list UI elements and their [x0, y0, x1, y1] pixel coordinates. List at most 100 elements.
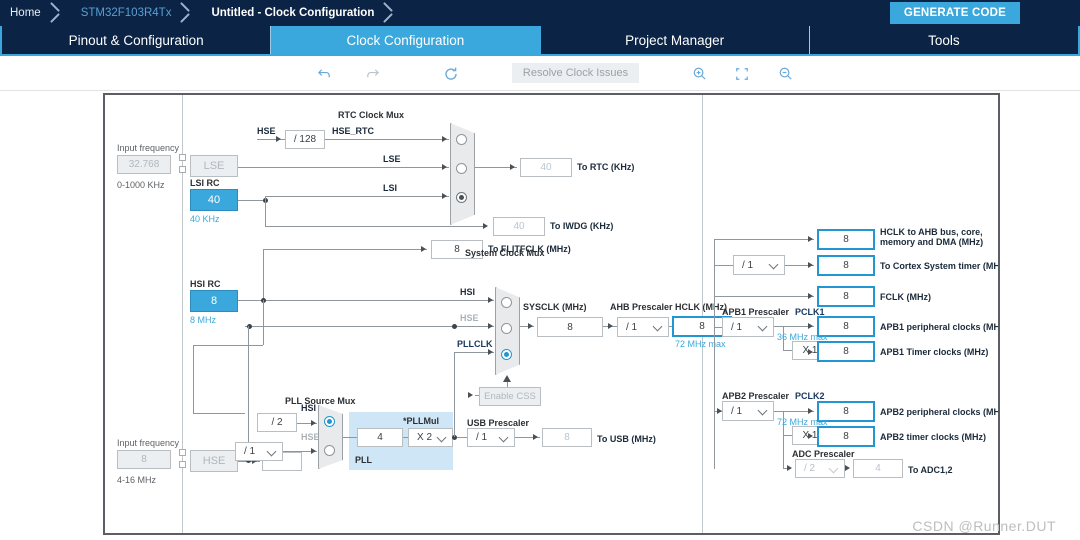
hse-rtc-label: HSE_RTC: [332, 126, 375, 136]
breadcrumb-current[interactable]: Untitled - Clock Configuration: [197, 0, 380, 26]
chevron-right-icon: [177, 0, 197, 26]
ahb-prescaler-select[interactable]: / 1: [617, 317, 669, 337]
apb2-prescaler-select[interactable]: / 1: [722, 401, 774, 421]
adc-output-value[interactable]: 4: [853, 459, 903, 478]
apb2-timer-label: APB2 timer clocks (MHz): [880, 432, 987, 442]
resolve-clock-issues-button[interactable]: Resolve Clock Issues: [512, 63, 639, 83]
arrow-icon: [533, 434, 538, 440]
pllmul-value: X 2: [417, 432, 433, 443]
hse-rtc-signal-label: HSE: [257, 126, 276, 136]
arrow-icon: [442, 136, 447, 142]
tab-clock-configuration[interactable]: Clock Configuration: [271, 26, 541, 54]
wire-hsi-into-div2: [193, 413, 245, 414]
reset-icon[interactable]: [437, 56, 465, 91]
hclk-max-label: 72 MHz max: [675, 339, 726, 349]
zoom-out-icon[interactable]: [771, 56, 799, 91]
fit-to-screen-icon[interactable]: [728, 56, 756, 91]
usb-prescaler-value: / 1: [476, 432, 488, 443]
chevron-down-icon: [757, 405, 768, 416]
breadcrumb-home[interactable]: Home: [0, 0, 47, 26]
sysmux-option-pllclk[interactable]: [501, 349, 512, 360]
wire-lse-to-rtcmux: [238, 167, 449, 168]
apb2-periph-label: APB2 peripheral clocks (MHz): [880, 407, 1000, 417]
undo-icon[interactable]: [310, 56, 338, 91]
adc-prescaler-select[interactable]: / 2: [795, 459, 845, 478]
rtc-mux-option-lse[interactable]: [456, 163, 467, 174]
arrow-icon: [510, 164, 515, 170]
pllmul-label: *PLLMul: [403, 416, 439, 426]
sysclk-value[interactable]: 8: [537, 317, 603, 337]
apb1-timer-value[interactable]: 8: [817, 341, 875, 362]
lse-input-frequency-field[interactable]: 32.768: [117, 155, 171, 174]
sysmux-option-hsi[interactable]: [501, 297, 512, 308]
pll-hsi-div2-box[interactable]: / 2: [257, 413, 297, 432]
to-iwdg-value[interactable]: 40: [493, 217, 545, 236]
sysmux-option-hse[interactable]: [501, 323, 512, 334]
hsi-value-box[interactable]: 8: [190, 290, 238, 312]
lse-oscillator-box[interactable]: LSE: [190, 155, 238, 177]
arrow-icon: [808, 349, 813, 355]
sysmux-input-hse-label: HSE: [460, 313, 479, 323]
pll-source-mux[interactable]: [318, 405, 343, 469]
wire-div128-to-rtcmux: [325, 139, 449, 140]
tab-pinout-configuration[interactable]: Pinout & Configuration: [2, 26, 272, 54]
arrow-icon: [608, 323, 613, 329]
pll-mux-input-hse-label: HSE: [301, 432, 320, 442]
pll-input-value[interactable]: 4: [357, 428, 403, 447]
rtc-hse-divider-box[interactable]: / 128: [285, 130, 325, 149]
wire-hsi-down: [263, 300, 264, 345]
to-rtc-value[interactable]: 40: [520, 158, 572, 177]
apb1-timer-label: APB1 Timer clocks (MHz): [880, 347, 989, 357]
generate-code-button[interactable]: GENERATE CODE: [889, 2, 1020, 24]
main-tab-bar: Pinout & Configuration Clock Configurati…: [0, 26, 1080, 56]
clock-tree-canvas[interactable]: Input frequency 32.768 0-1000 KHz LSE LS…: [103, 93, 1000, 535]
usb-prescaler-select[interactable]: / 1: [467, 428, 515, 447]
column-divider-right: [702, 95, 703, 533]
pllmux-option-hse[interactable]: [324, 445, 335, 456]
hsi-unit-label: 8 MHz: [190, 315, 217, 325]
rtc-mux-option-hse-rtc[interactable]: [456, 134, 467, 145]
rtc-mux-option-lsi[interactable]: [456, 192, 467, 203]
arrow-icon: [488, 297, 493, 303]
arrow-icon: [808, 433, 813, 439]
hsi-title: HSI RC: [190, 279, 221, 289]
zoom-in-icon[interactable]: [685, 56, 713, 91]
pllmux-option-hsi[interactable]: [324, 416, 335, 427]
cortex-timer-value[interactable]: 8: [817, 255, 875, 276]
wire-hsi-to-plldiv: [193, 345, 263, 346]
hclk-ahb-label: HCLK to AHB bus, core,: [880, 227, 983, 237]
pllmul-select[interactable]: X 2: [408, 428, 453, 447]
to-usb-value[interactable]: 8: [542, 428, 592, 447]
pll-hse-div-select[interactable]: / 1: [235, 442, 283, 461]
apb2-timer-value[interactable]: 8: [817, 426, 875, 447]
cortex-prescaler-value: / 1: [742, 259, 754, 271]
apb2-prescaler-value: / 1: [731, 405, 743, 417]
arrow-icon: [483, 223, 488, 229]
chevron-down-icon: [652, 321, 663, 332]
breadcrumb-device[interactable]: STM32F103R4Tx: [67, 0, 178, 26]
fclk-label: FCLK (MHz): [880, 292, 931, 302]
arrow-icon: [808, 408, 813, 414]
lse-input-frequency-label: Input frequency: [117, 143, 180, 153]
wire-lsi-to-rtcmux: [265, 196, 449, 197]
enable-css-button[interactable]: Enable CSS: [479, 387, 541, 406]
hse-input-frequency-field[interactable]: 8: [117, 450, 171, 469]
arrow-icon: [845, 465, 850, 471]
fclk-value[interactable]: 8: [817, 286, 875, 307]
cortex-prescaler-select[interactable]: / 1: [733, 255, 785, 275]
clock-toolbar: Resolve Clock Issues: [0, 56, 1080, 91]
hse-oscillator-box[interactable]: HSE: [190, 450, 238, 472]
lsi-value-box[interactable]: 40: [190, 189, 238, 211]
hclk-ahb-value[interactable]: 8: [817, 229, 875, 250]
tab-tools[interactable]: Tools: [809, 26, 1078, 54]
apb1-prescaler-select[interactable]: / 1: [722, 317, 774, 337]
redo-icon[interactable]: [358, 56, 386, 91]
wire-hsi-down-to-plldiv: [193, 345, 194, 413]
tab-project-manager[interactable]: Project Manager: [540, 26, 810, 54]
rtc-clock-mux-title: RTC Clock Mux: [338, 110, 405, 120]
junction-dot: [452, 324, 457, 329]
to-rtc-label: To RTC (KHz): [577, 162, 635, 172]
wire-to-fclk: [714, 296, 814, 297]
chevron-down-icon: [266, 446, 277, 457]
lsi-unit-label: 40 KHz: [190, 214, 220, 224]
